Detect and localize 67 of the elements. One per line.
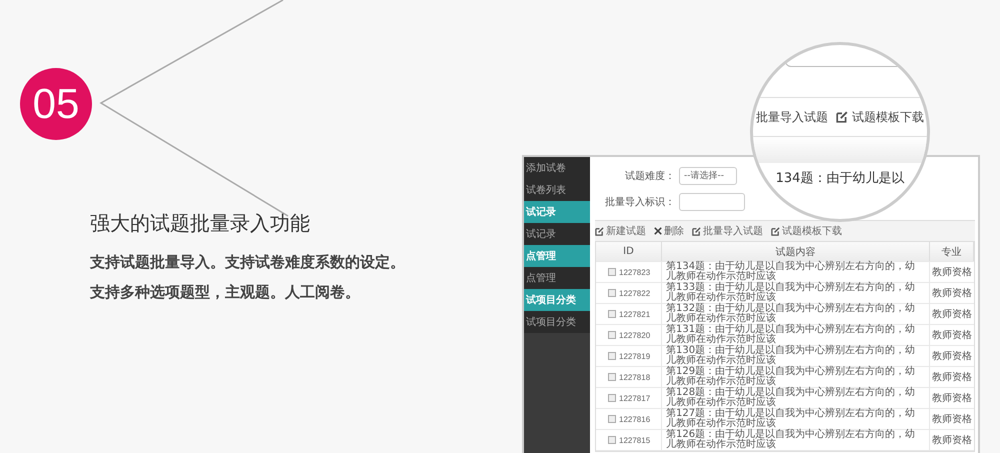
field-label: 批量导入标识： [604,196,675,208]
sidebar-item[interactable]: 试卷列表 [524,179,590,201]
major-cell-text: 教师资格 [931,328,973,343]
question-cell: 第133题：由于幼儿是以自我为中心辨别左右方向的，幼儿教师在动作示范时应该 [662,283,930,303]
edit-icon [692,226,701,236]
toolbar-label[interactable]: 新建试题 [595,224,646,238]
row-checkbox[interactable] [608,310,616,318]
field-label: 试题难度： [624,170,675,182]
toolbar-label[interactable]: 删除 [654,224,684,238]
column-header: ID [596,242,662,261]
question-cell: 第128题：由于幼儿是以自我为中心辨别左右方向的，幼儿教师在动作示范时应该 [662,388,930,408]
delete-icon [654,227,662,235]
sidebar-item[interactable]: 点管理 [524,267,590,289]
column-header: 专业 [930,242,974,261]
question-cell: 第132题：由于幼儿是以自我为中心辨别左右方向的，幼儿教师在动作示范时应该 [662,304,930,324]
major-cell-text: 教师资格 [931,434,973,448]
id-cell: 1227815 [619,436,650,444]
row-checkbox[interactable] [608,415,616,423]
question-cell: 第134题：由于幼儿是以自我为中心辨别左右方向的，幼儿教师在动作示范时应该 [662,262,930,282]
row-checkbox[interactable] [608,394,616,402]
step-number-badge: 05 [20,68,92,140]
major-cell-text: 教师资格 [931,392,973,406]
row-checkbox[interactable] [608,373,616,381]
feature-description: 支持多种选项题型，主观题。人工阅卷。 [90,282,361,303]
row-checkbox[interactable] [608,289,616,297]
major-cell-text: 教师资格 [931,350,973,364]
id-cell: 1227819 [619,352,650,360]
id-cell: 1227823 [619,268,650,276]
select-field[interactable]: --请选择-- [679,166,737,184]
feature-description: 支持试题批量导入。支持试卷难度系数的设定。 [90,252,406,273]
toolbar-label: 批量导入试题 [756,108,828,126]
toolbar-label[interactable]: 批量导入试题 [692,224,763,238]
question-cell: 第127题：由于幼儿是以自我为中心辨别左右方向的，幼儿教师在动作示范时应该 [662,409,930,429]
major-cell-text: 教师资格 [931,286,973,301]
id-cell: 1227820 [619,330,650,340]
question-cell: 第130题：由于幼儿是以自我为中心辨别左右方向的，幼儿教师在动作示范时应该 [662,346,930,366]
id-cell: 1227817 [619,394,650,402]
major-cell-text: 教师资格 [931,370,973,385]
row-checkbox[interactable] [608,331,616,339]
sidebar-section-header[interactable]: 点管理 [524,245,590,267]
sidebar-section-header[interactable]: 试记录 [524,201,590,223]
question-cell: 第129题：由于幼儿是以自我为中心辨别左右方向的，幼儿教师在动作示范时应该 [662,367,930,387]
input-field[interactable] [679,192,745,210]
major-cell-text: 教师资格 [931,308,973,322]
column-header: 试题内容 [662,242,930,261]
edit-icon [836,111,848,123]
id-cell: 1227816 [619,414,650,424]
question-cell: 第131题：由于幼儿是以自我为中心辨别左右方向的，幼儿教师在动作示范时应该 [662,325,930,345]
question-cell: 第126题：由于幼儿是以自我为中心辨别左右方向的，幼儿教师在动作示范时应该 [662,430,930,450]
sidebar-section-header[interactable]: 试项目分类 [524,289,590,311]
id-cell: 1227822 [619,288,650,298]
edit-icon [771,226,780,236]
major-cell-text: 教师资格 [931,412,973,427]
row-checkbox[interactable] [608,268,616,276]
id-cell: 1227821 [619,310,650,318]
sidebar-item[interactable]: 添加试卷 [524,157,590,179]
row-checkbox[interactable] [608,436,616,444]
feature-heading: 强大的试题批量录入功能 [90,210,311,237]
sidebar-item[interactable]: 试记录 [524,223,590,245]
major-cell-text: 教师资格 [931,266,973,280]
sidebar-item[interactable]: 试项目分类 [524,311,590,333]
toolbar-label: 试题模板下载 [836,108,924,126]
question-text: 134题：由于幼儿是以 [776,170,904,187]
toolbar-label[interactable]: 试题模板下载 [771,224,842,238]
edit-icon [595,226,604,236]
id-cell: 1227818 [619,372,650,382]
row-checkbox[interactable] [608,352,616,360]
